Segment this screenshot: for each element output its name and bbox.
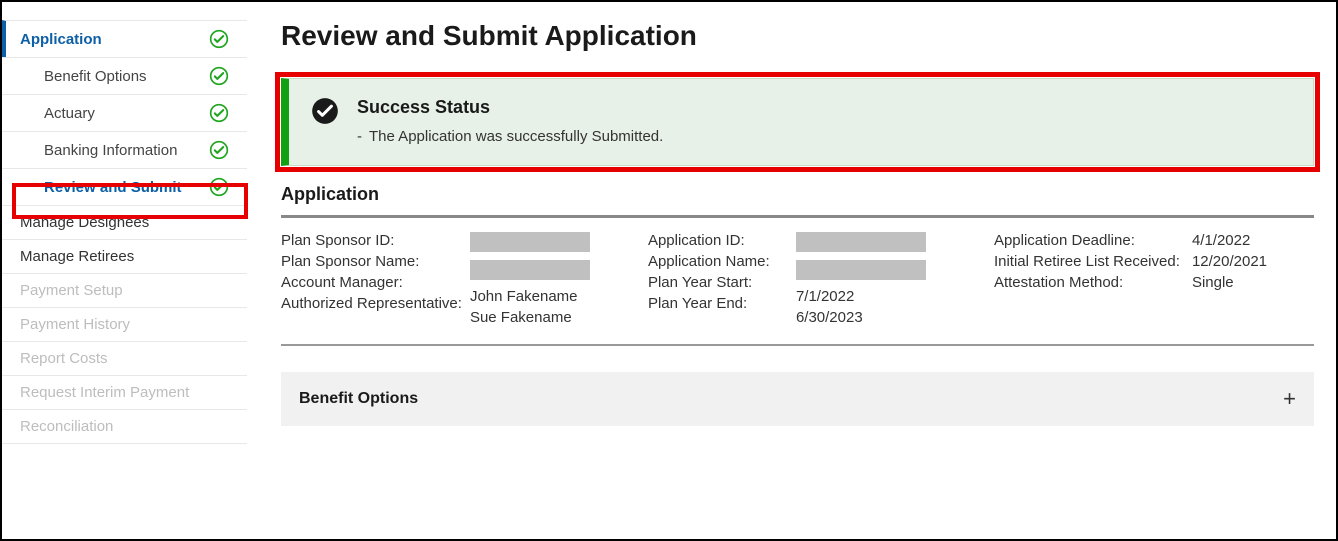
benefit-options-expander-label: Benefit Options [299, 390, 418, 408]
alert-message: The Application was successfully Submitt… [357, 128, 1291, 145]
label-account-manager: Account Manager: [281, 274, 462, 291]
value-plan-sponsor-name [470, 260, 600, 284]
success-alert-wrap: Success Status The Application was succe… [281, 78, 1314, 166]
col-1-values: John Fakename Sue Fakename [470, 232, 600, 326]
redacted-value [796, 232, 926, 252]
app-frame: Application Benefit Options Actuary Bank… [0, 0, 1338, 541]
nav-benefit-options[interactable]: Benefit Options [2, 57, 247, 94]
label-plan-year-end: Plan Year End: [648, 295, 788, 312]
section-heading-application: Application [281, 184, 1314, 205]
value-plan-year-start: 7/1/2022 [796, 288, 946, 305]
nav-banking-information-label: Banking Information [44, 142, 177, 159]
label-application-name: Application Name: [648, 253, 788, 270]
success-alert: Success Status The Application was succe… [281, 78, 1314, 166]
col-3-values: 4/1/2022 12/20/2021 Single [1192, 232, 1282, 326]
nav-reconciliation: Reconciliation [2, 409, 247, 444]
value-application-deadline: 4/1/2022 [1192, 232, 1282, 249]
value-application-name [796, 260, 946, 284]
value-initial-retiree: 12/20/2021 [1192, 253, 1282, 270]
col-2-values: 7/1/2022 6/30/2023 [796, 232, 946, 326]
alert-title: Success Status [357, 97, 1291, 118]
nav-actuary-label: Actuary [44, 105, 95, 122]
expand-icon: + [1283, 386, 1296, 412]
nav-payment-history: Payment History [2, 307, 247, 341]
check-complete-icon [209, 66, 229, 86]
redacted-value [470, 260, 590, 280]
nav-review-and-submit[interactable]: Review and Submit [2, 168, 247, 205]
nav-report-costs: Report Costs [2, 341, 247, 375]
main-content: Review and Submit Application Success St… [247, 2, 1336, 539]
benefit-options-expander[interactable]: Benefit Options + [281, 372, 1314, 426]
redacted-value [796, 260, 926, 280]
sidebar: Application Benefit Options Actuary Bank… [2, 2, 247, 539]
nav-manage-designees-label: Manage Designees [20, 214, 149, 231]
label-application-id: Application ID: [648, 232, 788, 249]
page-title: Review and Submit Application [281, 20, 1314, 52]
nav-application[interactable]: Application [2, 20, 247, 57]
value-application-id [796, 232, 946, 256]
nav-actuary[interactable]: Actuary [2, 94, 247, 131]
nav-payment-setup-label: Payment Setup [20, 282, 123, 299]
layout: Application Benefit Options Actuary Bank… [2, 2, 1336, 539]
value-plan-sponsor-id [470, 232, 600, 256]
col-1-labels: Plan Sponsor ID: Plan Sponsor Name: Acco… [281, 232, 462, 326]
label-plan-year-start: Plan Year Start: [648, 274, 788, 291]
nav-application-label: Application [20, 31, 102, 48]
nav-manage-designees[interactable]: Manage Designees [2, 205, 247, 239]
alert-body: Success Status The Application was succe… [357, 97, 1291, 145]
check-complete-icon [209, 29, 229, 49]
col-2-labels: Application ID: Application Name: Plan Y… [648, 232, 788, 326]
nav-banking-information[interactable]: Banking Information [2, 131, 247, 168]
nav-benefit-options-label: Benefit Options [44, 68, 147, 85]
label-authorized-rep: Authorized Representative: [281, 295, 462, 312]
nav-reconciliation-label: Reconciliation [20, 418, 113, 435]
success-check-icon [311, 97, 339, 125]
section-divider-bottom [281, 344, 1314, 346]
nav-payment-setup: Payment Setup [2, 273, 247, 307]
label-plan-sponsor-name: Plan Sponsor Name: [281, 253, 462, 270]
label-attestation-method: Attestation Method: [994, 274, 1184, 291]
col-3-labels: Application Deadline: Initial Retiree Li… [994, 232, 1184, 326]
nav-review-and-submit-label: Review and Submit [44, 179, 182, 196]
nav-request-interim-payment-label: Request Interim Payment [20, 384, 189, 401]
label-application-deadline: Application Deadline: [994, 232, 1184, 249]
redacted-value [470, 232, 590, 252]
label-plan-sponsor-id: Plan Sponsor ID: [281, 232, 462, 249]
value-authorized-rep: Sue Fakename [470, 309, 600, 326]
nav-report-costs-label: Report Costs [20, 350, 108, 367]
check-complete-icon [209, 140, 229, 160]
section-divider [281, 215, 1314, 218]
application-details: Plan Sponsor ID: Plan Sponsor Name: Acco… [281, 232, 1314, 326]
value-plan-year-end: 6/30/2023 [796, 309, 946, 326]
check-complete-icon [209, 177, 229, 197]
nav-manage-retirees-label: Manage Retirees [20, 248, 134, 265]
check-complete-icon [209, 103, 229, 123]
value-attestation-method: Single [1192, 274, 1282, 291]
value-account-manager: John Fakename [470, 288, 600, 305]
nav-payment-history-label: Payment History [20, 316, 130, 333]
label-initial-retiree: Initial Retiree List Received: [994, 253, 1184, 270]
nav-request-interim-payment: Request Interim Payment [2, 375, 247, 409]
nav-manage-retirees[interactable]: Manage Retirees [2, 239, 247, 273]
